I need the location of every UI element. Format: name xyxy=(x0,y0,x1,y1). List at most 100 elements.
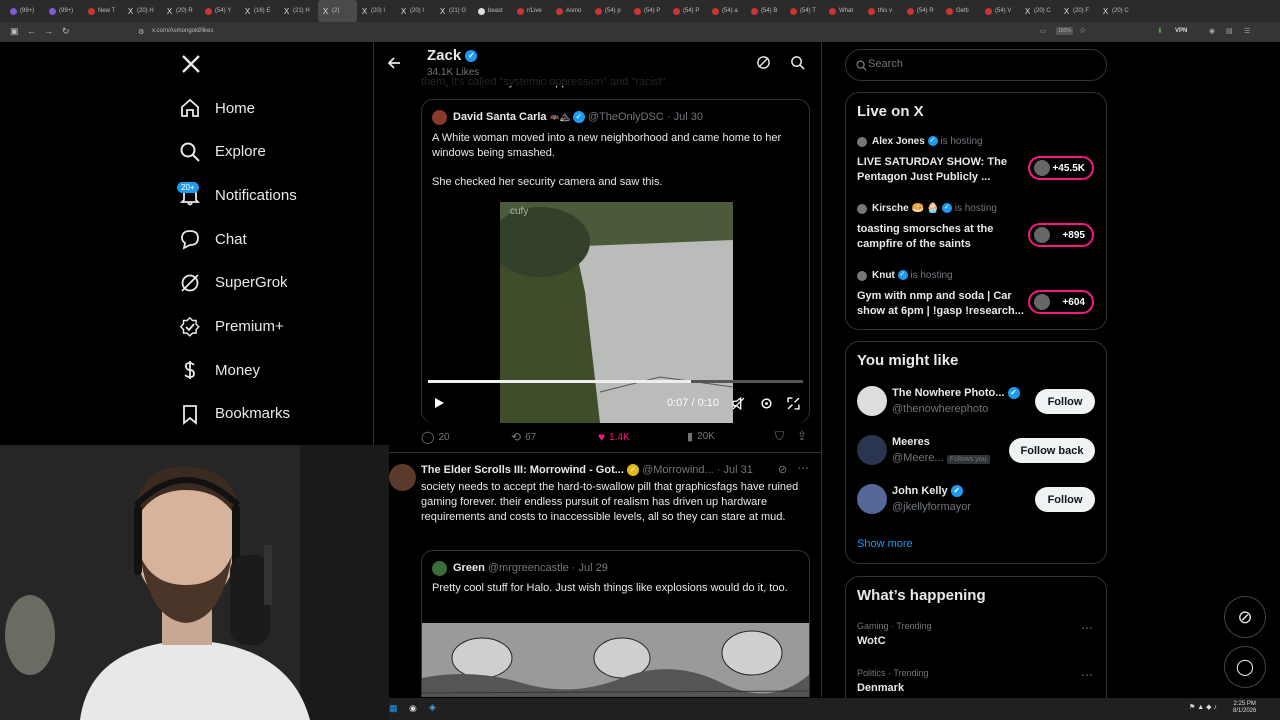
x-logo-icon[interactable] xyxy=(181,54,201,74)
download-icon[interactable]: ⬇ xyxy=(1157,27,1163,35)
grok-icon[interactable]: ⊘ xyxy=(778,463,787,476)
follow-button[interactable]: Follow xyxy=(1035,389,1095,414)
nav-item-explore[interactable]: Explore xyxy=(179,141,266,163)
browser-tab[interactable]: X (20) I xyxy=(357,0,396,22)
tab-label: (20) I xyxy=(371,8,386,14)
browser-tab[interactable]: (99+) xyxy=(45,0,84,22)
avatar[interactable] xyxy=(432,110,447,125)
browser-tab[interactable]: X (21) H xyxy=(279,0,318,22)
browser-tab[interactable]: X (20) F xyxy=(1059,0,1098,22)
browser-tab[interactable]: (54) P xyxy=(630,0,669,22)
browser-tab[interactable]: X (16) E xyxy=(240,0,279,22)
trend-item[interactable]: Gaming · Trending WotC ⋯ xyxy=(857,621,1097,655)
video-progress-track[interactable] xyxy=(428,380,803,383)
browser-tab[interactable]: X (20) C xyxy=(1020,0,1059,22)
browser-tab[interactable]: X (21) G xyxy=(435,0,474,22)
browser-tab[interactable]: (54) R xyxy=(903,0,942,22)
views-button[interactable]: ▮ 20K xyxy=(687,430,715,443)
browser-tab[interactable]: (54) P xyxy=(669,0,708,22)
browser-tab[interactable]: (54) p xyxy=(591,0,630,22)
avatar[interactable] xyxy=(857,484,887,514)
reload-icon[interactable]: ↻ xyxy=(62,26,70,37)
browser-tab[interactable]: Asmo xyxy=(552,0,591,22)
nav-item-label: Chat xyxy=(215,230,247,248)
nav-item-supergrok[interactable]: SuperGrok xyxy=(179,272,288,294)
avatar[interactable] xyxy=(857,386,887,416)
tray-icons[interactable]: ⚑ ▲ ◆ ♪ xyxy=(1189,703,1217,711)
follow-button[interactable]: Follow back xyxy=(1009,438,1095,463)
app-icon[interactable]: ◈ xyxy=(429,702,436,713)
screen-icon[interactable]: ▭ xyxy=(1040,28,1046,35)
search-input[interactable] xyxy=(868,58,1088,70)
browser-tab[interactable]: X (20) H xyxy=(123,0,162,22)
avatar[interactable] xyxy=(857,435,887,465)
grok-float-button[interactable]: ⊘ xyxy=(1224,596,1266,638)
trend-item[interactable]: Politics · Trending Denmark ⋯ xyxy=(857,668,1097,702)
share-icon[interactable]: ⇪ xyxy=(797,429,807,443)
star-icon[interactable]: ☆ xyxy=(1079,26,1086,35)
avatar[interactable] xyxy=(432,561,447,576)
browser-tab[interactable]: (99+) xyxy=(6,0,45,22)
browser-tab[interactable]: Getti xyxy=(942,0,981,22)
more-icon[interactable]: ⋯ xyxy=(1081,621,1093,635)
browser-tab[interactable]: New T xyxy=(84,0,123,22)
security-icon[interactable]: ⚙ xyxy=(138,28,144,36)
show-more-link[interactable]: Show more xyxy=(857,538,913,550)
browser-tab[interactable]: X (20) R xyxy=(162,0,201,22)
repost-button[interactable]: ⟲ 67 xyxy=(511,430,536,444)
wallet-icon[interactable]: ▤ xyxy=(1226,27,1233,35)
like-button[interactable]: ♥ 1.4K xyxy=(598,430,630,444)
search-icon[interactable] xyxy=(790,55,805,70)
sidebar-toggle-icon[interactable]: ▣ xyxy=(10,26,19,37)
browser-tab[interactable]: (54) Y xyxy=(201,0,240,22)
follow-button[interactable]: Follow xyxy=(1035,487,1095,512)
extension-icon[interactable]: ◉ xyxy=(1209,27,1215,35)
settings-icon[interactable] xyxy=(760,397,773,410)
browser-tab[interactable]: (54) a xyxy=(708,0,747,22)
browser-tab[interactable]: What xyxy=(825,0,864,22)
quoted-tweet[interactable]: David Santa Carla 🦇🏔 ✓ @TheOnlyDSC · Jul… xyxy=(421,99,810,423)
grok-icon[interactable] xyxy=(756,55,771,70)
avatar[interactable] xyxy=(389,464,416,491)
quoted-tweet[interactable]: Green @mrgreencastle · Jul 29 Pretty coo… xyxy=(421,550,810,697)
nav-item-bookmarks[interactable]: Bookmarks xyxy=(179,403,290,425)
video-player[interactable]: cufy 0:07 / 0:10 xyxy=(422,202,809,423)
steam-icon[interactable]: ◉ xyxy=(409,703,417,714)
live-listeners-pill[interactable]: +604 xyxy=(1028,290,1094,314)
address-field[interactable]: x.com/Asmongold/likes xyxy=(152,28,213,34)
browser-tab[interactable]: X (2) xyxy=(318,0,357,22)
more-icon[interactable]: ⋯ xyxy=(797,461,809,475)
bookmark-icon[interactable]: ⛉ xyxy=(775,429,784,444)
menu-icon[interactable]: ☰ xyxy=(1244,27,1250,35)
vpn-button[interactable]: VPN xyxy=(1175,28,1187,34)
live-listeners-pill[interactable]: +45.5K xyxy=(1028,156,1094,180)
fullscreen-icon[interactable] xyxy=(787,397,800,410)
nav-item-chat[interactable]: Chat xyxy=(179,228,247,250)
browser-tab[interactable]: (54) B xyxy=(747,0,786,22)
back-icon[interactable]: ← xyxy=(27,26,36,36)
back-arrow-icon[interactable] xyxy=(386,55,402,71)
nav-item-money[interactable]: Money xyxy=(179,359,260,381)
browser-tab[interactable]: X (20) I xyxy=(396,0,435,22)
more-icon[interactable]: ⋯ xyxy=(1081,668,1093,682)
zoom-indicator[interactable]: 150% xyxy=(1056,27,1073,35)
browser-tab[interactable]: X (20) C xyxy=(1098,0,1137,22)
browser-tab[interactable]: beast xyxy=(474,0,513,22)
browser-tab[interactable]: this v xyxy=(864,0,903,22)
mute-icon[interactable] xyxy=(732,397,745,410)
live-listeners-pill[interactable]: +895 xyxy=(1028,223,1094,247)
clock[interactable]: 2:25 PM 8/1/2026 xyxy=(1233,701,1256,715)
messages-float-button[interactable]: ◯ xyxy=(1224,646,1266,688)
forward-icon[interactable]: → xyxy=(44,26,53,36)
browser-tab[interactable]: (54) T xyxy=(786,0,825,22)
tab-favicon-icon xyxy=(517,7,524,15)
nav-item-premium[interactable]: Premium+ xyxy=(179,316,284,338)
search-box[interactable] xyxy=(845,49,1107,81)
start-icon[interactable]: ▦ xyxy=(389,703,398,714)
browser-tab[interactable]: r/Live xyxy=(513,0,552,22)
nav-item-home[interactable]: Home xyxy=(179,97,255,119)
browser-tab[interactable]: (54) V xyxy=(981,0,1020,22)
play-icon[interactable] xyxy=(433,397,445,409)
quoted-image[interactable] xyxy=(422,623,810,697)
reply-button[interactable]: ◯ 20 xyxy=(421,430,450,444)
